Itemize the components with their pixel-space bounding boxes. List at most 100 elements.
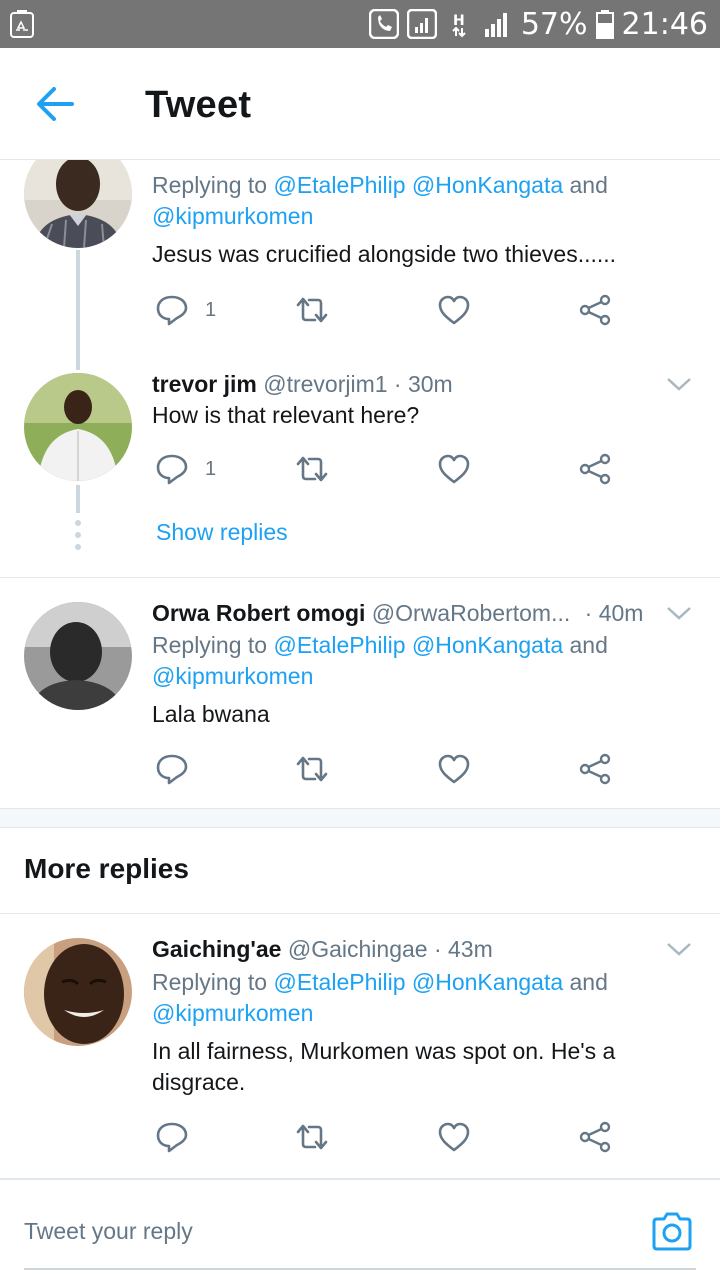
avatar[interactable]	[24, 373, 132, 481]
tweet-thread[interactable]: Replying to @EtalePhilip @HonKangata and…	[0, 160, 720, 1178]
tweet-header: Orwa Robert omogi @OrwaRobertom... · 40m	[152, 600, 643, 627]
status-icons: H 57% 21:46	[368, 0, 708, 48]
share-button[interactable]	[578, 290, 612, 330]
back-arrow-icon[interactable]	[36, 86, 74, 122]
reply-button[interactable]	[155, 749, 189, 789]
share-icon	[579, 1121, 611, 1153]
reply-count: 1	[205, 457, 217, 480]
chevron-down-icon[interactable]	[666, 941, 692, 957]
timestamp: · 40m	[584, 600, 644, 626]
reply-icon	[156, 754, 188, 785]
replying-to: Replying to @EtalePhilip @HonKangata and…	[152, 632, 608, 689]
mention-link[interactable]: @HonKangata	[412, 172, 563, 198]
thread-dots	[75, 520, 81, 556]
reply-composer: Tweet your reply	[0, 1178, 720, 1280]
tweet-actions	[155, 749, 625, 789]
tweet-actions: 1	[155, 290, 625, 330]
like-icon	[438, 454, 470, 484]
svg-text:H: H	[453, 13, 465, 29]
display-name[interactable]: Gaiching'ae	[152, 936, 281, 962]
retweet-icon	[296, 1124, 328, 1150]
tweet-actions: 1	[155, 449, 625, 489]
tweet-item[interactable]: Orwa Robert omogi @OrwaRobertom... · 40m…	[0, 578, 720, 808]
tweet-item[interactable]: Replying to @EtalePhilip @HonKangata and…	[0, 160, 720, 370]
signal-box-icon	[406, 9, 437, 39]
share-button[interactable]	[578, 749, 612, 789]
like-icon	[438, 295, 470, 325]
reply-icon	[156, 454, 188, 485]
tweet-text: Lala bwana	[152, 701, 270, 727]
reply-icon	[156, 295, 188, 326]
retweet-button[interactable]	[295, 749, 329, 789]
timestamp: · 30m	[393, 371, 453, 397]
show-replies-link[interactable]: Show replies	[156, 519, 288, 546]
data-hplus-icon: H	[452, 13, 466, 38]
share-button[interactable]	[578, 1117, 612, 1157]
avatar[interactable]	[24, 602, 132, 710]
avatar[interactable]	[24, 938, 132, 1046]
reply-button[interactable]: 1	[155, 449, 216, 489]
replying-to: Replying to @EtalePhilip @HonKangata and…	[152, 969, 608, 1026]
mention-link[interactable]: @HonKangata	[412, 632, 563, 658]
signal-strength-icon	[484, 13, 507, 37]
reply-button[interactable]: 1	[155, 290, 216, 330]
display-name[interactable]: Orwa Robert omogi	[152, 600, 365, 626]
call-icon	[368, 9, 399, 39]
like-button[interactable]	[437, 749, 471, 789]
like-button[interactable]	[437, 449, 471, 489]
replying-to: Replying to @EtalePhilip @HonKangata and…	[152, 172, 608, 229]
chevron-down-icon[interactable]	[666, 376, 692, 392]
more-replies-heading: More replies	[24, 853, 189, 884]
page-title: Tweet	[145, 84, 252, 126]
retweet-icon	[296, 297, 328, 323]
user-handle: @Gaichingae	[287, 936, 428, 962]
battery-icon	[595, 10, 614, 39]
mention-link[interactable]: @kipmurkomen	[152, 663, 313, 689]
like-icon	[438, 754, 470, 784]
reply-icon	[156, 1122, 188, 1153]
section-gap	[0, 808, 720, 828]
reply-input[interactable]: Tweet your reply	[24, 1218, 193, 1245]
tweet-text: In all fairness, Murkomen was spot on. H…	[152, 1038, 616, 1095]
timestamp: · 43m	[433, 936, 493, 962]
clock: 21:46	[621, 6, 708, 42]
share-icon	[579, 453, 611, 485]
tweet-item[interactable]: Gaiching'ae @Gaichingae · 43m Replying t…	[0, 914, 720, 1178]
share-button[interactable]	[578, 449, 612, 489]
avatar[interactable]	[24, 160, 132, 248]
share-icon	[579, 753, 611, 785]
share-icon	[579, 294, 611, 326]
user-handle: @OrwaRobertom...	[371, 600, 571, 626]
input-underline	[24, 1268, 696, 1270]
like-button[interactable]	[437, 1117, 471, 1157]
tweet-header: Gaiching'ae @Gaichingae · 43m	[152, 936, 493, 963]
recycle-notification-icon	[10, 10, 34, 38]
mention-link[interactable]: @EtalePhilip	[273, 172, 405, 198]
user-handle: @trevorjim1	[263, 371, 388, 397]
mention-link[interactable]: @kipmurkomen	[152, 203, 313, 229]
tweet-header: trevor jim @trevorjim1 · 30m	[152, 371, 453, 398]
mention-link[interactable]: @EtalePhilip	[273, 969, 405, 995]
reply-count: 1	[205, 298, 217, 321]
retweet-icon	[296, 456, 328, 482]
retweet-button[interactable]	[295, 290, 329, 330]
camera-icon[interactable]	[650, 1210, 694, 1254]
tweet-text: Jesus was crucified alongside two thieve…	[152, 241, 617, 267]
status-bar: H 57% 21:46	[0, 0, 720, 48]
chevron-down-icon[interactable]	[666, 605, 692, 621]
tweet-item[interactable]: trevor jim @trevorjim1 · 30m How is that…	[0, 360, 720, 578]
retweet-button[interactable]	[295, 1117, 329, 1157]
mention-link[interactable]: @HonKangata	[412, 969, 563, 995]
retweet-icon	[296, 756, 328, 782]
app-header: Tweet	[0, 48, 720, 160]
mention-link[interactable]: @kipmurkomen	[152, 1000, 313, 1026]
display-name[interactable]: trevor jim	[152, 371, 257, 397]
retweet-button[interactable]	[295, 449, 329, 489]
mention-link[interactable]: @EtalePhilip	[273, 632, 405, 658]
tweet-actions	[155, 1117, 625, 1157]
battery-percent: 57%	[520, 6, 588, 42]
reply-button[interactable]	[155, 1117, 189, 1157]
like-button[interactable]	[437, 290, 471, 330]
like-icon	[438, 1122, 470, 1152]
thread-connector	[76, 250, 80, 370]
